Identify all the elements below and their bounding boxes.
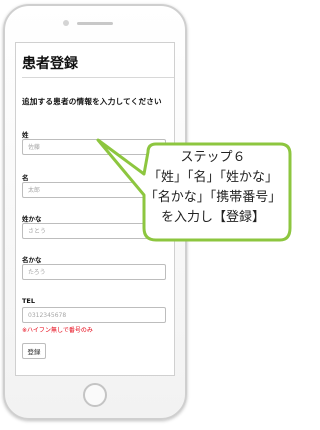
callout-line-3: を入力し【登録】 <box>160 210 265 225</box>
callout-line-1: 「姓」「名」「姓かな」 <box>147 170 278 185</box>
callout-line-2: 「名かな」「携帯番号」 <box>144 190 282 205</box>
callout-text: ステップ６ 「姓」「名」「姓かな」 「名かな」「携帯番号」 を入力し【登録】 <box>139 148 287 228</box>
callout-step-label: ステップ６ <box>180 150 246 165</box>
